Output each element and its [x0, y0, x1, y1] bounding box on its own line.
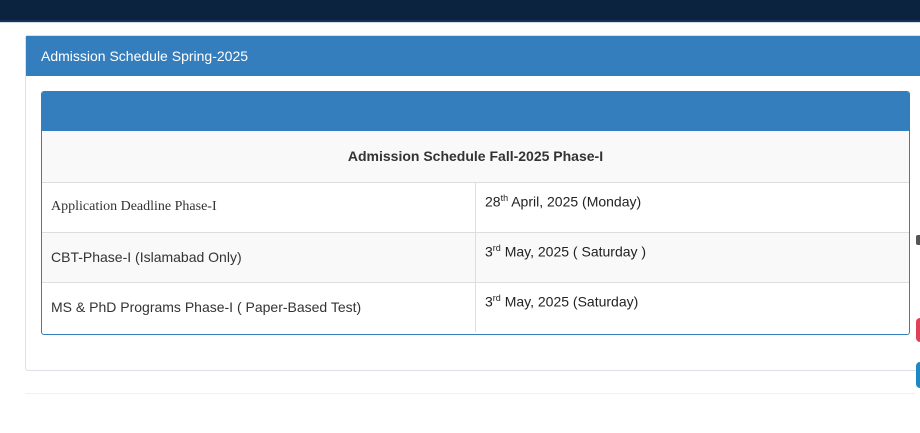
table-row: Application Deadline Phase-I 28th April,… — [42, 181, 909, 232]
table-title-row: Admission Schedule Fall-2025 Phase-I — [42, 131, 909, 182]
event-date: 3rd May, 2025 ( Saturday ) — [475, 231, 909, 282]
schedule-table: Admission Schedule Fall-2025 Phase-I App… — [42, 131, 909, 332]
section-divider — [25, 393, 915, 394]
panel-heading: Admission Schedule Spring-2025 — [26, 36, 920, 76]
twitter-icon[interactable] — [916, 362, 920, 388]
schedule-card-header — [42, 92, 909, 131]
date-suffix: th — [500, 192, 509, 203]
date-day: 3 — [485, 243, 493, 260]
date-day: 28 — [485, 193, 501, 210]
table-row: MS & PhD Programs Phase-I ( Paper-Based … — [42, 281, 909, 332]
date-day: 3 — [485, 293, 493, 310]
schedule-title: Admission Schedule Fall-2025 Phase-I — [42, 131, 909, 182]
event-date: 28th April, 2025 (Monday) — [475, 181, 909, 232]
date-rest: April, 2025 (Monday) — [508, 193, 642, 210]
event-name: CBT-Phase-I (Islamabad Only) — [42, 231, 476, 282]
event-name: Application Deadline Phase-I — [42, 181, 476, 232]
floating-widget-edge[interactable] — [916, 235, 920, 245]
top-navbar — [0, 0, 920, 20]
schedule-table-card: Admission Schedule Fall-2025 Phase-I App… — [41, 91, 910, 335]
date-rest: May, 2025 (Saturday) — [500, 293, 639, 310]
navbar-divider — [0, 20, 920, 23]
event-date: 3rd May, 2025 (Saturday) — [475, 281, 909, 332]
date-suffix: rd — [492, 292, 501, 303]
event-name: MS & PhD Programs Phase-I ( Paper-Based … — [42, 281, 476, 332]
date-suffix: rd — [492, 242, 501, 253]
date-rest: May, 2025 ( Saturday ) — [500, 243, 647, 260]
table-row: CBT-Phase-I (Islamabad Only) 3rd May, 20… — [42, 231, 909, 282]
instagram-icon[interactable] — [916, 318, 920, 342]
